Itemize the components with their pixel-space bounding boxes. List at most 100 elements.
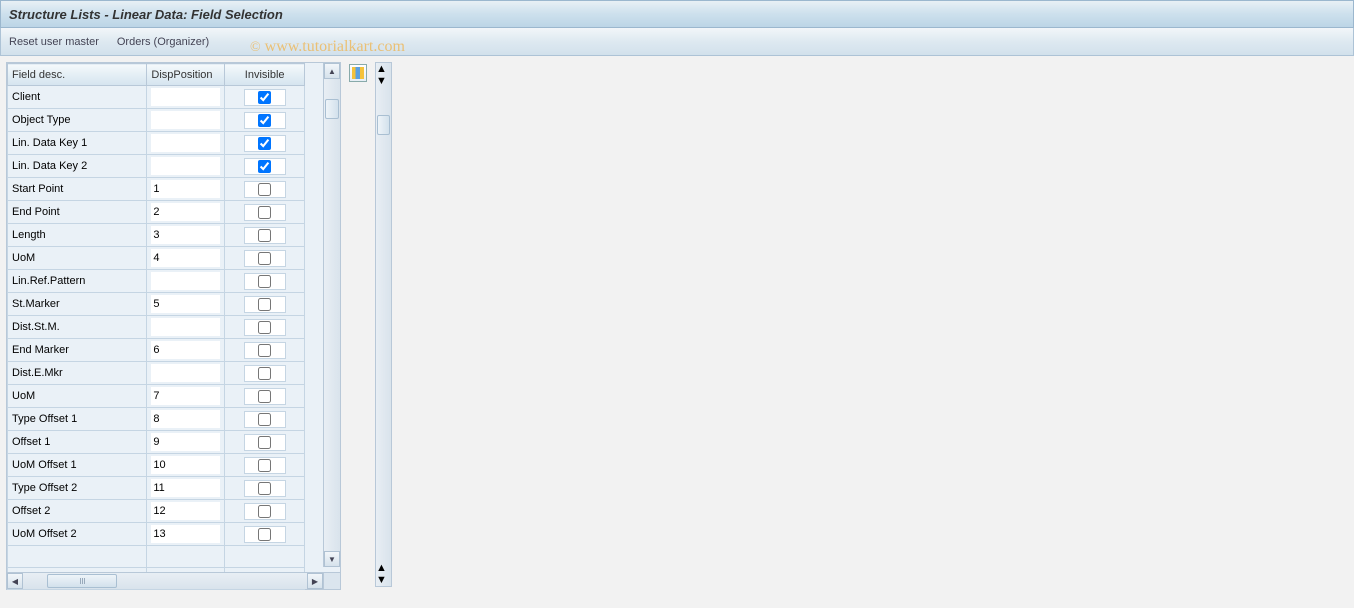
scroll-down-icon[interactable]: ▼ [324,551,340,567]
table-vertical-scrollbar[interactable]: ▲ ▼ [323,63,340,567]
cell-invisible[interactable] [225,385,305,408]
invisible-checkbox[interactable] [258,137,271,150]
cell-disp-position[interactable] [147,178,225,201]
scroll-left-icon[interactable]: ◀ [7,573,23,589]
cell-disp-position[interactable] [147,408,225,431]
invisible-checkbox[interactable] [258,413,271,426]
header-disp-position[interactable]: DispPosition [147,64,225,86]
cell-disp-position[interactable] [147,385,225,408]
disp-position-input[interactable] [151,203,220,221]
cell-field-desc[interactable]: Lin. Data Key 1 [8,132,147,155]
cell-invisible[interactable] [225,270,305,293]
cell-disp-position[interactable] [147,293,225,316]
disp-position-input[interactable] [151,180,220,198]
invisible-checkbox[interactable] [258,390,271,403]
cell-invisible[interactable] [225,454,305,477]
invisible-checkbox[interactable] [258,505,271,518]
disp-position-input[interactable] [151,410,220,428]
cell-invisible[interactable] [225,86,305,109]
cell-disp-position[interactable] [147,339,225,362]
cell-field-desc[interactable]: Lin.Ref.Pattern [8,270,147,293]
invisible-checkbox[interactable] [258,482,271,495]
invisible-checkbox[interactable] [258,344,271,357]
disp-position-input[interactable] [151,226,220,244]
cell-disp-position[interactable] [147,109,225,132]
cell-invisible[interactable] [225,155,305,178]
cell-field-desc[interactable]: End Marker [8,339,147,362]
cell-field-desc[interactable]: Client [8,86,147,109]
cell-invisible[interactable] [225,431,305,454]
cell-invisible[interactable] [225,523,305,546]
disp-position-input[interactable] [151,387,220,405]
cell-field-desc[interactable]: Type Offset 1 [8,408,147,431]
cell-field-desc[interactable]: Lin. Data Key 2 [8,155,147,178]
cell-invisible[interactable] [225,339,305,362]
cell-invisible[interactable] [225,316,305,339]
invisible-checkbox[interactable] [258,91,271,104]
disp-position-input[interactable] [151,433,220,451]
invisible-checkbox[interactable] [258,298,271,311]
invisible-checkbox[interactable] [258,160,271,173]
invisible-checkbox[interactable] [258,528,271,541]
scroll-down-icon[interactable]: ▼ [376,574,391,586]
cell-invisible[interactable] [225,293,305,316]
disp-position-input[interactable] [151,134,220,152]
invisible-checkbox[interactable] [258,321,271,334]
scroll-down-icon[interactable]: ▼ [376,75,391,87]
cell-invisible[interactable] [225,362,305,385]
cell-disp-position[interactable] [147,500,225,523]
cell-invisible[interactable] [225,224,305,247]
disp-position-input[interactable] [151,157,220,175]
disp-position-input[interactable] [151,272,220,290]
cell-disp-position[interactable] [147,201,225,224]
invisible-checkbox[interactable] [258,183,271,196]
invisible-checkbox[interactable] [258,436,271,449]
orders-organizer-button[interactable]: Orders (Organizer) [117,36,209,48]
cell-disp-position[interactable] [147,523,225,546]
cell-field-desc[interactable]: Offset 2 [8,500,147,523]
cell-disp-position[interactable] [147,132,225,155]
disp-position-input[interactable] [151,111,220,129]
cell-invisible[interactable] [225,109,305,132]
scroll-right-icon[interactable]: ▶ [307,573,323,589]
cell-invisible[interactable] [225,477,305,500]
disp-position-input[interactable] [151,456,220,474]
invisible-checkbox[interactable] [258,229,271,242]
cell-field-desc[interactable]: Type Offset 2 [8,477,147,500]
cell-field-desc[interactable]: Dist.St.M. [8,316,147,339]
cell-field-desc[interactable]: St.Marker [8,293,147,316]
cell-invisible[interactable] [225,247,305,270]
cell-disp-position[interactable] [147,247,225,270]
scroll-up-icon[interactable]: ▲ [376,562,391,574]
table-horizontal-scrollbar[interactable]: ◀ ▶ [7,572,323,589]
invisible-checkbox[interactable] [258,206,271,219]
cell-disp-position[interactable] [147,155,225,178]
header-field-desc[interactable]: Field desc. [8,64,147,86]
disp-position-input[interactable] [151,295,220,313]
disp-position-input[interactable] [151,479,220,497]
cell-invisible[interactable] [225,178,305,201]
cell-field-desc[interactable]: End Point [8,201,147,224]
disp-position-input[interactable] [151,249,220,267]
scroll-thumb-h[interactable] [47,574,117,588]
scroll-thumb[interactable] [377,115,390,135]
disp-position-input[interactable] [151,341,220,359]
scroll-track-h[interactable] [23,573,307,589]
cell-field-desc[interactable]: Start Point [8,178,147,201]
cell-field-desc[interactable]: UoM [8,385,147,408]
cell-disp-position[interactable] [147,316,225,339]
cell-disp-position[interactable] [147,477,225,500]
page-vertical-scrollbar[interactable]: ▲ ▼ ▲ ▼ [375,62,392,587]
disp-position-input[interactable] [151,318,220,336]
scroll-track[interactable] [376,87,391,562]
cell-invisible[interactable] [225,408,305,431]
invisible-checkbox[interactable] [258,275,271,288]
cell-field-desc[interactable]: Dist.E.Mkr [8,362,147,385]
header-invisible[interactable]: Invisible [225,64,305,86]
cell-field-desc[interactable]: UoM Offset 1 [8,454,147,477]
reset-user-master-button[interactable]: Reset user master [9,36,99,48]
cell-field-desc[interactable]: UoM Offset 2 [8,523,147,546]
invisible-checkbox[interactable] [258,252,271,265]
cell-disp-position[interactable] [147,362,225,385]
disp-position-input[interactable] [151,525,220,543]
